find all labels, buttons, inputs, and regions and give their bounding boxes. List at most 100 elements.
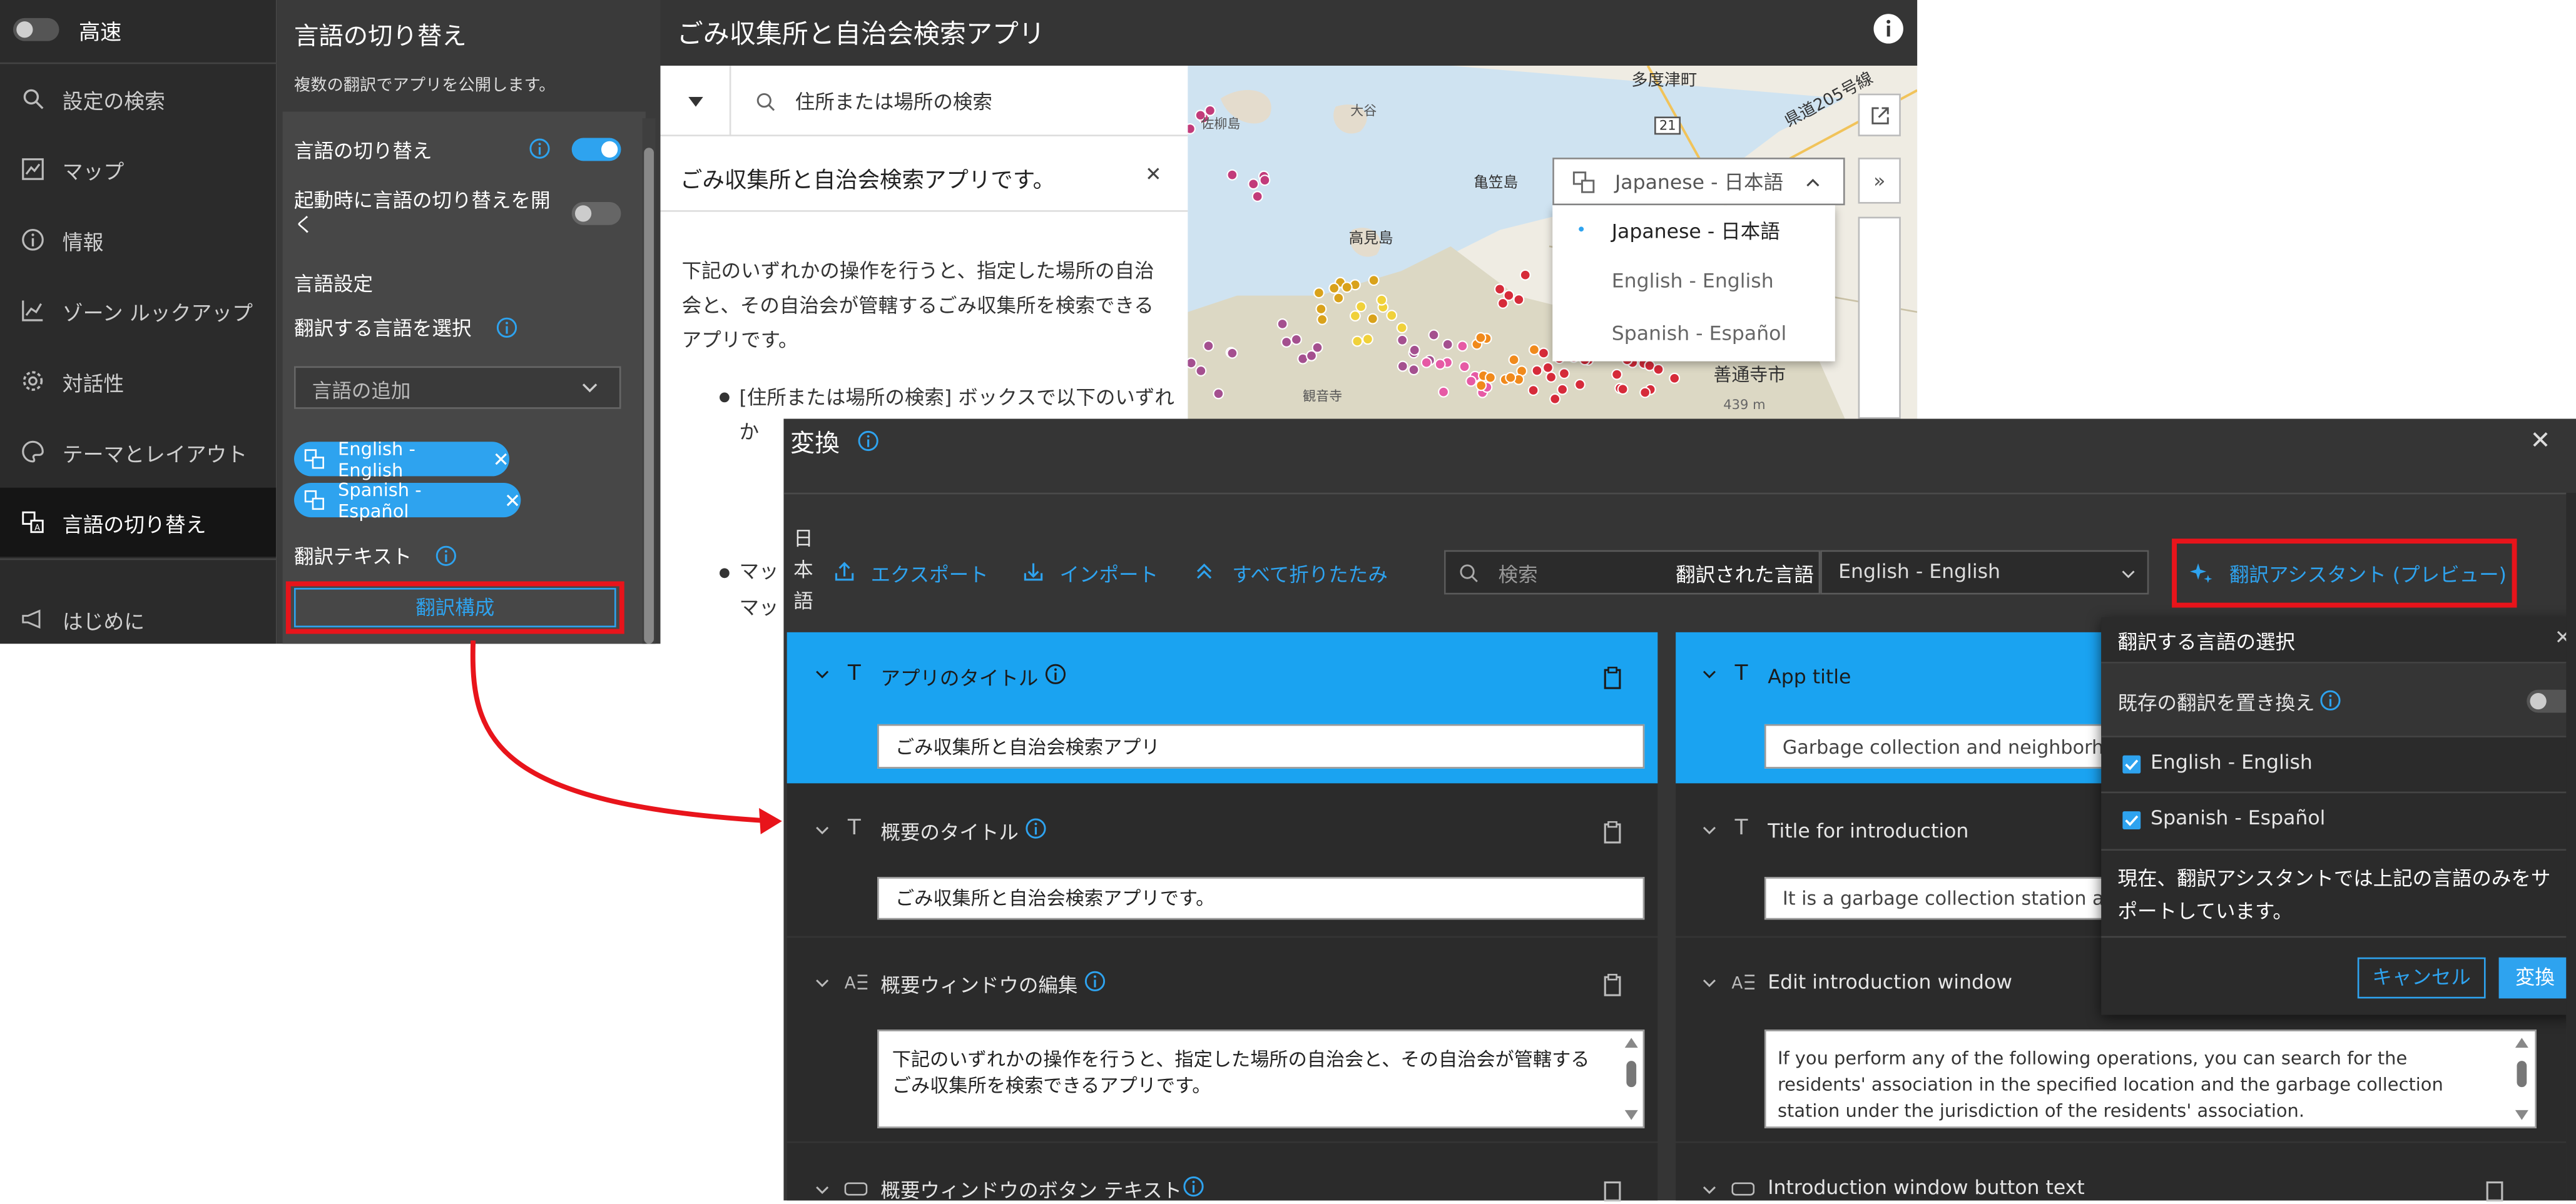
map-pin[interactable] [1559,368,1570,380]
info-icon[interactable] [1025,818,1046,839]
dialog-scrollbar[interactable] [2566,492,2576,1201]
map-pin[interactable] [1639,387,1651,398]
copy-icon[interactable] [1602,821,1623,844]
map-pin[interactable] [1574,378,1586,390]
map-pin[interactable] [1281,336,1293,348]
remove-chip-icon[interactable]: ✕ [504,488,521,512]
translated-language-select[interactable]: English - English [1820,550,2149,595]
source-text-field[interactable]: ごみ収集所と自治会検索アプリ [877,724,1645,769]
search-input[interactable]: 住所または場所の検索 [795,87,992,115]
english-checkbox[interactable] [2122,755,2141,774]
map-pin[interactable] [1376,294,1388,306]
nav-item-theme-layout[interactable]: テーマとレイアウト [0,417,276,486]
copy-icon[interactable] [1602,1179,1623,1202]
close-intro-icon[interactable]: ✕ [1145,163,1161,186]
configure-translation-button[interactable]: 翻訳構成 [293,587,616,627]
textarea-scrollbar[interactable] [1624,1038,1638,1123]
map-pin[interactable] [1611,368,1623,380]
map-pin[interactable] [1549,393,1561,405]
info-icon[interactable] [1045,664,1066,685]
map-pin[interactable] [1545,372,1557,383]
nav-item-getting-started[interactable]: はじめに [0,594,276,644]
language-option[interactable]: Spanish - Español [1612,322,1786,345]
chevron-down-icon[interactable] [1702,826,1717,836]
copy-icon[interactable] [2484,1179,2505,1202]
map-pin[interactable] [1652,363,1664,375]
copy-icon[interactable] [1602,667,1623,690]
map-pin[interactable] [1306,350,1317,362]
export-button[interactable]: エクスポート [871,560,989,588]
map-tools[interactable] [1858,216,1901,419]
map-pin[interactable] [1434,358,1446,370]
cancel-button[interactable]: キャンセル [2357,957,2486,999]
map-pin[interactable] [1349,310,1361,322]
remove-chip-icon[interactable]: ✕ [493,447,509,470]
collapse-all-button[interactable]: すべて折りたたみ [1232,560,1388,588]
map-pin[interactable] [1513,294,1525,305]
dialog-search-input[interactable]: 検索 [1499,560,1538,588]
map-pin[interactable] [1617,383,1629,395]
map-pin[interactable] [1386,310,1398,321]
language-switch-toggle[interactable] [571,138,621,161]
info-icon[interactable] [2319,690,2341,711]
close-dialog-icon[interactable]: ✕ [2530,425,2550,455]
map-pin[interactable] [1248,178,1260,190]
info-icon[interactable] [1084,971,1106,992]
chevron-down-icon[interactable] [1702,1186,1717,1196]
map-pin[interactable] [1459,361,1470,373]
map-pin[interactable] [1188,123,1196,134]
map-pin[interactable] [1313,287,1325,299]
map-pin[interactable] [1352,335,1363,347]
map-pin[interactable] [1457,340,1469,352]
map-pin[interactable] [1355,301,1367,313]
info-icon[interactable] [529,138,550,159]
map-pin[interactable] [1529,344,1540,356]
map-pin[interactable] [1397,334,1408,346]
fast-toggle[interactable] [13,18,59,41]
caret-down-icon[interactable] [688,96,703,107]
chevron-down-icon[interactable] [1702,670,1717,680]
map-pin[interactable] [1368,275,1380,286]
map-pin[interactable] [1195,365,1207,377]
nav-item-language-switch[interactable]: A 言語の切り替え [0,487,277,557]
map-pin[interactable] [1328,282,1340,294]
info-icon[interactable] [858,430,879,452]
expand-button[interactable]: » [1858,158,1901,204]
map-pin[interactable] [1408,364,1420,376]
map-pin[interactable] [1316,313,1328,325]
map-pin[interactable] [1475,380,1487,392]
open-on-start-toggle[interactable] [571,201,621,225]
map-pin[interactable] [1367,313,1378,325]
textarea-scrollbar[interactable] [2515,1038,2528,1123]
nav-item-map[interactable]: マップ [0,134,276,203]
map-pin[interactable] [1465,375,1477,387]
translation-assistant-button[interactable]: 翻訳アシスタント (プレビュー) [2229,560,2507,588]
chevron-down-icon[interactable] [815,826,830,836]
panel-scrollbar[interactable] [642,118,656,644]
convert-button[interactable]: 変換 [2498,957,2572,999]
chevron-down-icon[interactable] [815,670,830,680]
map-pin[interactable] [1531,365,1543,377]
source-textarea[interactable]: 下記のいずれかの操作を行うと、指定した場所の自治会と、その自治会が管轄するごみ収… [877,1029,1645,1128]
map-pin[interactable] [1503,290,1515,301]
copy-icon[interactable] [1602,974,1623,997]
map-pin[interactable] [1538,347,1549,359]
info-icon[interactable] [1873,13,1904,44]
map-pin[interactable] [1251,191,1263,203]
add-language-select[interactable]: 言語の追加 [293,366,621,409]
map-pin[interactable] [1341,281,1353,293]
nav-item-interactivity[interactable]: 対話性 [0,347,276,415]
language-chip[interactable]: Spanish - Español ✕ [293,478,521,522]
map-pin[interactable] [1397,360,1408,372]
language-option[interactable]: Japanese - 日本語 [1612,217,1780,245]
map-pin[interactable] [1505,372,1517,383]
info-icon[interactable] [435,545,457,567]
map-pin[interactable] [1396,322,1408,333]
map-pin[interactable] [1475,331,1487,343]
map-pin[interactable] [1408,344,1420,356]
map-pin[interactable] [1542,362,1554,373]
map-pin[interactable] [1333,292,1345,304]
dialog-search[interactable]: 検索 翻訳された言語 [1443,550,1821,595]
map-pin[interactable] [1203,340,1214,352]
map-pin[interactable] [1519,269,1531,281]
